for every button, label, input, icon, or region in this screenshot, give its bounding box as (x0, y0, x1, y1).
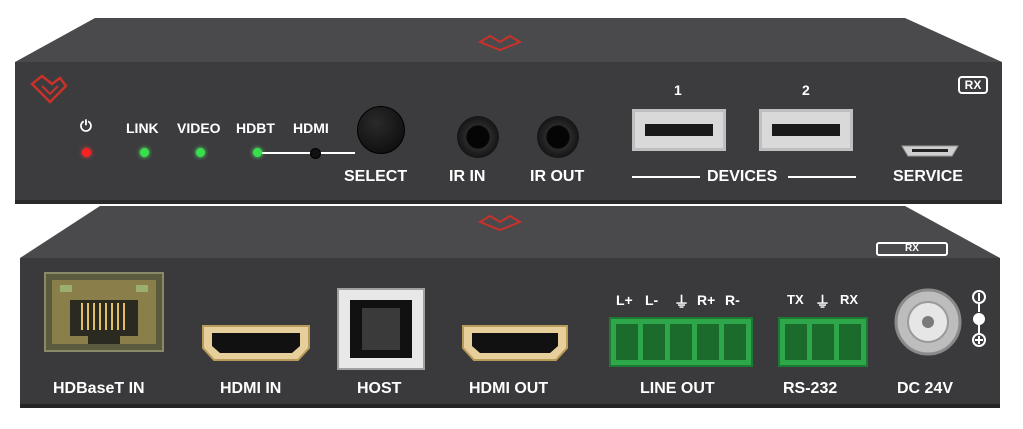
dc-power-port-icon (894, 288, 962, 356)
hdmi-in-label: HDMI IN (220, 380, 282, 397)
line-out-pin-lplus: L+ (616, 292, 633, 308)
hdbaset-in-label: HDBaseT IN (53, 380, 145, 397)
rs232-pin-tx: TX (787, 292, 804, 307)
line-out-label: LINE OUT (640, 380, 715, 397)
hdmi-out-label: HDMI OUT (469, 380, 549, 397)
rear-unit-chassis (20, 206, 1000, 408)
line-out-pin-ground: ⏚ (674, 294, 690, 311)
hdbaset-port-icon (44, 272, 164, 352)
hdmi-in-port-icon (202, 325, 310, 361)
line-out-terminal-icon (609, 317, 753, 367)
rs232-label: RS-232 (783, 380, 838, 397)
line-out-pin-lminus: L- (645, 292, 659, 308)
dc-24v-label: DC 24V (897, 380, 954, 397)
rs232-pin-rx: RX (840, 292, 859, 307)
rear-rx-badge: RX (876, 242, 948, 256)
rs232-pin-ground: ⏚ (815, 294, 831, 311)
rs232-terminal-icon (778, 317, 868, 367)
host-usb-port-icon (337, 288, 425, 370)
line-out-pin-rminus: R- (725, 292, 740, 308)
line-out-pin-rplus: R+ (697, 292, 716, 308)
host-label: HOST (357, 380, 402, 397)
hdmi-out-port-icon (462, 325, 568, 361)
